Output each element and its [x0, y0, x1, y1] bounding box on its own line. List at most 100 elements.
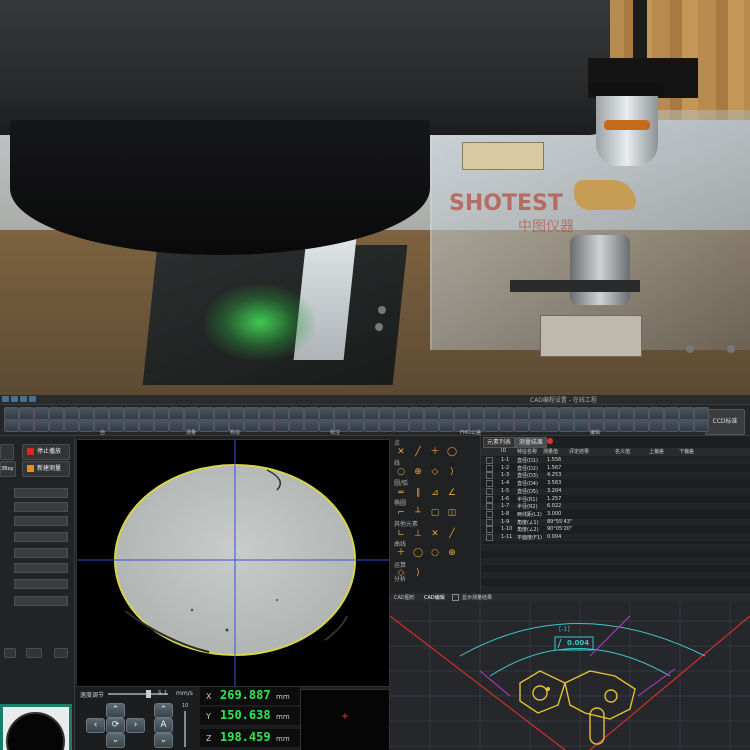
toolbar-tool-icon[interactable]: [124, 419, 139, 432]
toolbar-tool-icon[interactable]: [619, 419, 634, 432]
table-row[interactable]: 1-4 直径(D4) 3.563: [481, 480, 750, 488]
row-checkbox[interactable]: [486, 518, 493, 526]
palette-tool-icon[interactable]: ⊿: [430, 488, 440, 498]
row-checkbox[interactable]: [486, 464, 493, 472]
side-label[interactable]: 3Boy: [0, 461, 16, 477]
jog-home-button[interactable]: ⟳: [106, 718, 125, 733]
palette-tool-icon[interactable]: ⊕: [447, 548, 457, 558]
tab-measure-result[interactable]: 测量结果: [515, 437, 548, 448]
new-measure-button[interactable]: 新建测量: [22, 461, 70, 477]
palette-tool-icon[interactable]: ＋: [430, 447, 440, 457]
table-row[interactable]: 1-3 直径(D3) 4.253: [481, 472, 750, 480]
open-icon[interactable]: [11, 396, 18, 402]
table-row[interactable]: 1-2 直径(D2) 1.567: [481, 464, 750, 472]
toolbar-tool-icon[interactable]: [394, 419, 409, 432]
palette-tool-icon[interactable]: ○: [396, 467, 406, 477]
param-field-5[interactable]: [14, 548, 68, 558]
palette-tool-icon[interactable]: ⊥: [413, 529, 423, 539]
row-checkbox[interactable]: [486, 472, 493, 480]
show-result-checkbox[interactable]: [452, 594, 459, 601]
toolbar-tool-icon[interactable]: [34, 419, 49, 432]
palette-tool-icon[interactable]: ∠: [447, 488, 457, 498]
palette-tool-icon[interactable]: ◇: [396, 568, 406, 578]
toolbar-tool-icon[interactable]: [19, 419, 34, 432]
palette-tool-icon[interactable]: ⌐: [396, 508, 406, 518]
toolbar-tool-icon[interactable]: [679, 419, 694, 432]
table-row[interactable]: 1-10 角度(∠2) 90°05'20": [481, 526, 750, 534]
tab-cad-edit[interactable]: CAD编辑: [424, 594, 445, 601]
toolbar-tool-icon[interactable]: [139, 419, 154, 432]
preview-tool-3[interactable]: [54, 648, 68, 658]
palette-tool-icon[interactable]: ◫: [447, 508, 457, 518]
palette-tool-icon[interactable]: ✕: [396, 447, 406, 457]
toolbar-tool-icon[interactable]: [79, 419, 94, 432]
toolbar-tool-icon[interactable]: [559, 419, 574, 432]
palette-tool-icon[interactable]: ○: [430, 548, 440, 558]
palette-tool-icon[interactable]: ┴: [413, 508, 423, 518]
row-checkbox[interactable]: [486, 480, 493, 488]
row-checkbox[interactable]: [486, 526, 493, 534]
table-row[interactable]: 1-11 平面度(F1) 0.004: [481, 534, 750, 541]
param-field-1[interactable]: [14, 488, 68, 498]
table-row[interactable]: 1-7 半径(R2) 6.022: [481, 503, 750, 511]
toolbar-tool-icon[interactable]: [304, 419, 319, 432]
toolbar-tool-icon[interactable]: [544, 419, 559, 432]
palette-tool-icon[interactable]: ╱: [447, 529, 457, 539]
palette-tool-icon[interactable]: ◯: [447, 447, 457, 457]
toolbar-tool-icon[interactable]: [154, 419, 169, 432]
param-field-4[interactable]: [14, 532, 68, 542]
toolbar-tool-icon[interactable]: [514, 419, 529, 432]
autofocus-button[interactable]: A: [154, 718, 173, 733]
undo-icon[interactable]: [20, 396, 27, 402]
toolbar-tool-icon[interactable]: [274, 419, 289, 432]
toolbar-tool-icon[interactable]: [484, 419, 499, 432]
row-checkbox[interactable]: [486, 487, 493, 495]
tab-cad-graphic[interactable]: CAD图形: [394, 594, 415, 601]
toolbar-tool-icon[interactable]: [634, 419, 649, 432]
speed-slider-knob[interactable]: [146, 690, 151, 698]
row-checkbox[interactable]: [486, 457, 493, 464]
toolbar-tool-icon[interactable]: [574, 419, 589, 432]
jog-left-button[interactable]: ‹: [86, 718, 105, 733]
palette-tool-icon[interactable]: ◯: [413, 548, 423, 558]
table-row[interactable]: 1-8 两线距(L1) 3.000: [481, 510, 750, 518]
tab-element-list[interactable]: 元素列表: [483, 437, 516, 448]
ccd-button[interactable]: CCD标准: [705, 409, 745, 435]
z-up-button[interactable]: ⌃: [154, 703, 173, 718]
save-icon[interactable]: [2, 396, 9, 402]
param-field-3[interactable]: [14, 516, 68, 526]
toolbar-tool-icon[interactable]: [409, 419, 424, 432]
preview-tool-2[interactable]: [26, 648, 42, 658]
toolbar-tool-icon[interactable]: [664, 419, 679, 432]
toolbar-tool-icon[interactable]: [109, 419, 124, 432]
row-checkbox[interactable]: [486, 510, 493, 518]
palette-tool-icon[interactable]: ⟩: [413, 568, 423, 578]
navigation-map[interactable]: [300, 689, 390, 750]
toolbar-tool-icon[interactable]: [259, 419, 274, 432]
close-icon[interactable]: [547, 438, 553, 444]
row-checkbox[interactable]: [486, 534, 493, 541]
palette-tool-icon[interactable]: ✕: [430, 529, 440, 539]
table-row[interactable]: 1-5 直径(D5) 3.204: [481, 487, 750, 495]
toolbar-tool-icon[interactable]: [379, 419, 394, 432]
z-down-button[interactable]: ⌄: [154, 733, 173, 748]
toolbar-tool-icon[interactable]: [4, 419, 19, 432]
camera-view[interactable]: [76, 439, 390, 687]
toolbar-tool-icon[interactable]: [694, 419, 709, 432]
jog-right-button[interactable]: ›: [126, 718, 145, 733]
toolbar-tool-icon[interactable]: [49, 419, 64, 432]
row-checkbox[interactable]: [486, 495, 493, 503]
toolbar-tool-icon[interactable]: [169, 419, 184, 432]
toolbar-tool-icon[interactable]: [439, 419, 454, 432]
palette-tool-icon[interactable]: ▢: [430, 508, 440, 518]
z-slider[interactable]: [184, 711, 186, 747]
toolbar-tool-icon[interactable]: [214, 419, 229, 432]
toolbar-tool-icon[interactable]: [244, 419, 259, 432]
toolbar-tool-icon[interactable]: [424, 419, 439, 432]
palette-tool-icon[interactable]: ⟩: [447, 467, 457, 477]
toolbar-tool-icon[interactable]: [64, 419, 79, 432]
table-row[interactable]: 1-6 半径(R1) 1.257: [481, 495, 750, 503]
palette-tool-icon[interactable]: ╱: [413, 447, 423, 457]
palette-tool-icon[interactable]: ＋: [396, 548, 406, 558]
stop-play-button[interactable]: 停止播放: [22, 444, 70, 460]
